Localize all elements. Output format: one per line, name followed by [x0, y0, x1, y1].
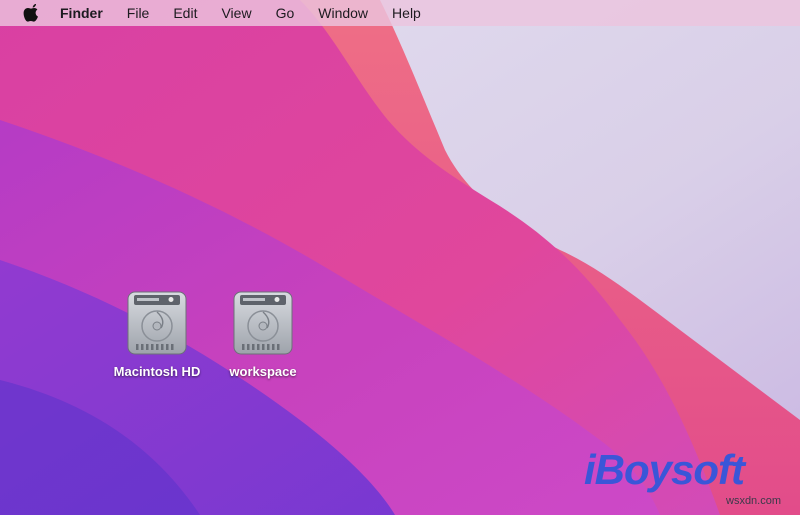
site-watermark: wsxdn.com — [726, 495, 782, 507]
hard-drive-icon — [127, 291, 187, 355]
menu-window[interactable]: Window — [306, 0, 380, 26]
menu-go[interactable]: Go — [264, 0, 307, 26]
apple-logo-icon[interactable] — [20, 0, 42, 26]
menu-help[interactable]: Help — [380, 0, 433, 26]
desktop-icon-workspace[interactable]: workspace — [208, 290, 318, 379]
menu-bar: Finder File Edit View Go Window Help — [0, 0, 800, 26]
disk-label: Macintosh HD — [113, 364, 201, 379]
brand-watermark: iBoysoft — [584, 446, 745, 493]
menu-edit[interactable]: Edit — [161, 0, 209, 26]
menu-finder[interactable]: Finder — [48, 0, 115, 26]
desktop-wallpaper — [0, 0, 800, 515]
hard-drive-icon — [233, 291, 293, 355]
desktop-icon-macintosh-hd[interactable]: Macintosh HD — [102, 290, 212, 379]
menu-file[interactable]: File — [115, 0, 162, 26]
menu-view[interactable]: View — [209, 0, 263, 26]
disk-label: workspace — [229, 364, 297, 379]
desktop[interactable]: Finder File Edit View Go Window Help Mac… — [0, 0, 800, 515]
